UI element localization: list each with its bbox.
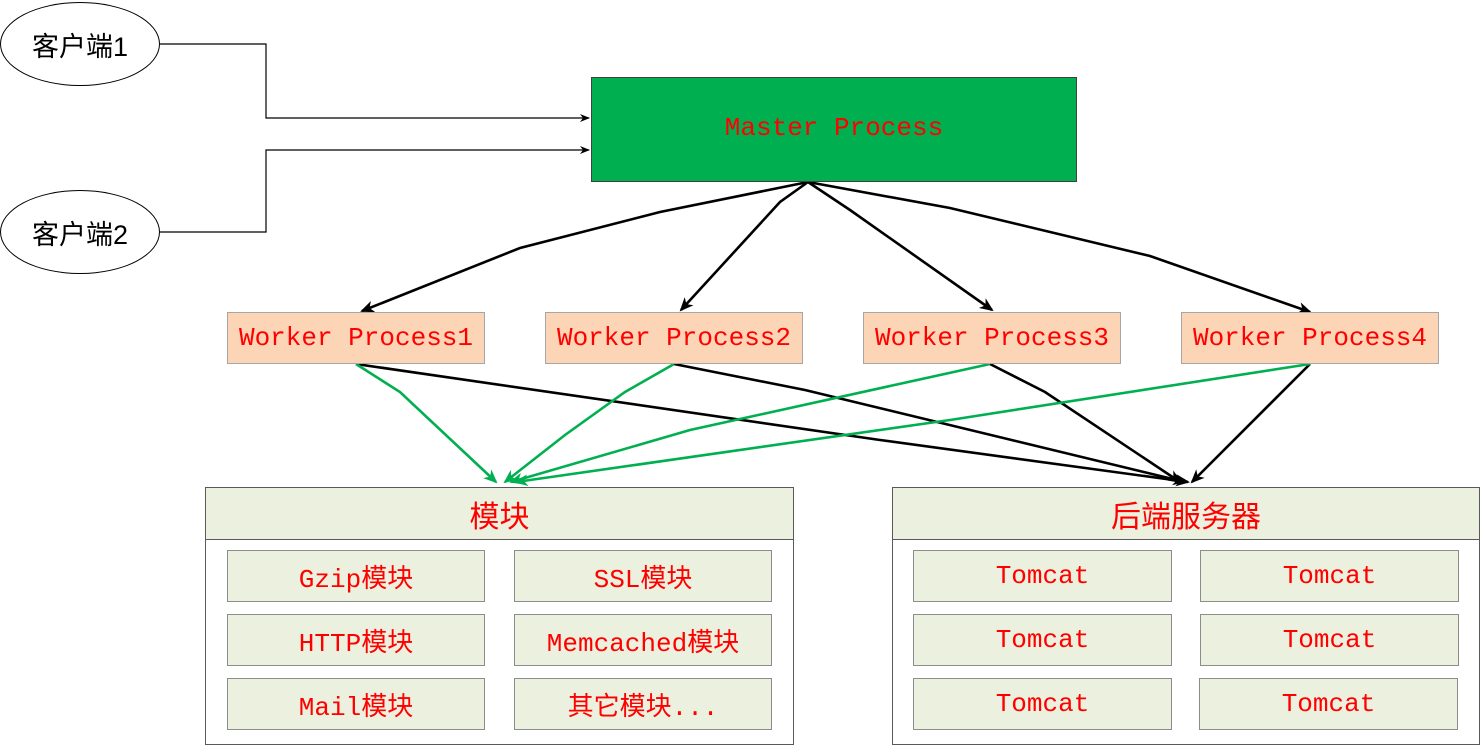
backend-server-item: Tomcat (913, 614, 1172, 666)
module-item: 其它模块... (514, 678, 772, 730)
worker-process-4-label: Worker Process4 (1192, 323, 1428, 353)
module-item-label: Mail模块 (298, 692, 414, 723)
client-2-node: 客户端2 (0, 190, 160, 274)
module-item-label: 其它模块... (567, 692, 719, 723)
module-item: Mail模块 (227, 678, 485, 730)
modules-group-title: 模块 (469, 500, 530, 534)
module-item: SSL模块 (514, 550, 772, 602)
backend-server-item: Tomcat (913, 678, 1172, 730)
modules-group-header: 模块 (206, 488, 793, 540)
module-item-label: Memcached模块 (546, 628, 740, 659)
worker-process-4-node: Worker Process4 (1181, 312, 1439, 364)
backend-server-item: Tomcat (1200, 614, 1459, 666)
backend-server-label: Tomcat (995, 625, 1090, 655)
connector-worker3-backend (989, 362, 1182, 484)
connector-master-worker3 (807, 180, 994, 312)
module-item-label: Gzip模块 (298, 564, 414, 595)
connector-worker4-backend (1190, 363, 1311, 484)
master-process-node: Master Process (591, 77, 1077, 182)
connector-client2-master (160, 146, 590, 233)
worker-process-3-label: Worker Process3 (874, 323, 1110, 353)
backend-server-label: Tomcat (1282, 561, 1377, 591)
module-item: Gzip模块 (227, 550, 485, 602)
worker-process-1-label: Worker Process1 (238, 323, 474, 353)
backend-server-item: Tomcat (1199, 678, 1458, 730)
backend-server-item: Tomcat (1200, 550, 1459, 602)
client-1-node: 客户端1 (0, 2, 160, 86)
backend-server-label: Tomcat (1281, 689, 1376, 719)
backend-servers-group: 后端服务器 Tomcat Tomcat Tomcat Tomcat Tomcat… (892, 487, 1480, 745)
module-item: HTTP模块 (227, 614, 485, 666)
backend-server-item: Tomcat (913, 550, 1172, 602)
client-2-label: 客户端2 (31, 219, 129, 250)
worker-process-2-node: Worker Process2 (545, 312, 803, 364)
backend-servers-group-header: 后端服务器 (893, 488, 1479, 540)
backend-server-label: Tomcat (995, 689, 1090, 719)
master-process-label: Master Process (724, 112, 944, 143)
modules-group: 模块 Gzip模块 SSL模块 HTTP模块 Memcached模块 Mail模… (205, 487, 794, 745)
module-item-label: HTTP模块 (298, 628, 414, 659)
client-1-label: 客户端1 (31, 31, 129, 62)
connector-master-worker1 (360, 180, 809, 313)
backend-server-label: Tomcat (1282, 625, 1377, 655)
connector-worker1-backend (355, 362, 1190, 487)
connector-client1-master (160, 43, 590, 122)
connector-master-worker4 (807, 180, 1312, 314)
backend-servers-group-title: 后端服务器 (1111, 500, 1261, 534)
worker-process-3-node: Worker Process3 (863, 312, 1121, 364)
worker-process-1-node: Worker Process1 (227, 312, 485, 364)
module-item-label: SSL模块 (593, 564, 693, 595)
worker-process-2-label: Worker Process2 (556, 323, 792, 353)
backend-server-label: Tomcat (995, 561, 1090, 591)
module-item: Memcached模块 (514, 614, 772, 666)
connector-master-worker2 (679, 180, 809, 312)
